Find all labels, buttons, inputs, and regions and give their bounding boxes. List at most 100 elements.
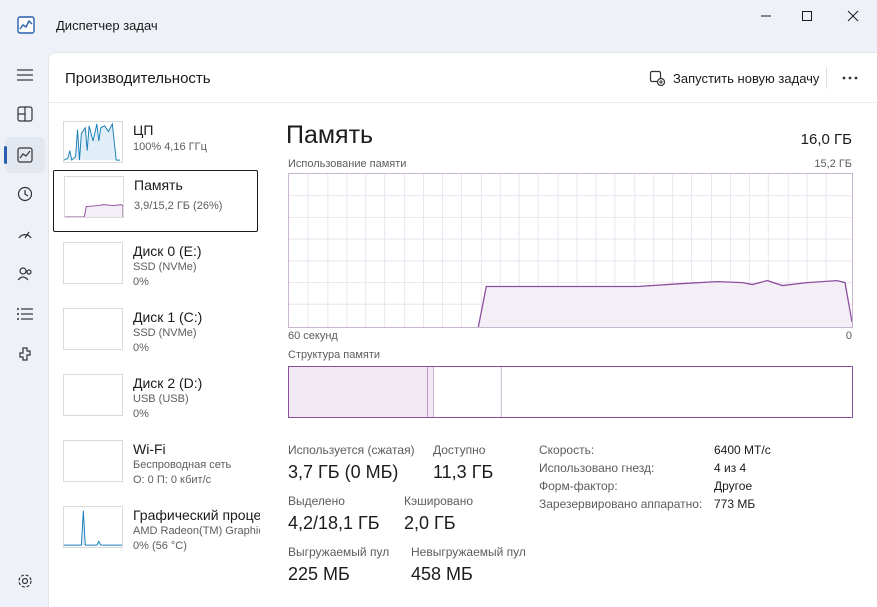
nav-processes[interactable] [5, 96, 45, 132]
perf-item-detail: 3,9/15,2 ГБ (26%) [134, 200, 223, 212]
disk2-thumbnail-graph [63, 374, 123, 416]
perf-item-name: Диск 2 (D:) [133, 375, 203, 391]
nav-services[interactable] [5, 336, 45, 372]
services-icon [19, 347, 31, 361]
hardware-reserved-value: 773 МБ [714, 497, 756, 511]
nav-startup-apps[interactable] [5, 216, 45, 252]
disk1-thumbnail-graph [63, 308, 123, 350]
header-divider [826, 67, 827, 89]
memory-usage-graph [288, 173, 853, 328]
memory-composition-bar [288, 366, 853, 418]
wifi-thumbnail-graph [63, 440, 123, 482]
perf-item-disk2[interactable]: Диск 2 (D:) USB (USB) 0% [53, 369, 258, 431]
minimize-icon [761, 15, 771, 17]
gpu-item-clip: Графический процессор AMD Radeon(TM) Gra… [53, 501, 260, 563]
available-label: Доступно [433, 443, 486, 457]
memory-usage-area [478, 280, 852, 327]
nonpaged-pool-label: Невыгружаемый пул [411, 545, 526, 559]
close-button[interactable] [830, 0, 876, 32]
form-factor-value: Другое [714, 479, 753, 493]
maximize-button[interactable] [784, 0, 830, 32]
memory-total: 16,0 ГБ [800, 131, 852, 148]
more-icon [842, 76, 858, 80]
perf-item-type: AMD Radeon(TM) Graphics [133, 525, 260, 537]
perf-item-disk0[interactable]: Диск 0 (E:) SSD (NVMe) 0% [53, 237, 258, 299]
slots-used-label: Использовано гнезд: [539, 461, 655, 475]
processes-icon [17, 106, 33, 122]
perf-item-type: SSD (NVMe) [133, 261, 197, 273]
perf-item-disk1[interactable]: Диск 1 (C:) SSD (NVMe) 0% [53, 303, 258, 365]
perf-item-name: ЦП [133, 122, 154, 138]
task-manager-icon [17, 16, 35, 34]
perf-item-name: Диск 0 (E:) [133, 243, 202, 259]
maximize-icon [802, 11, 812, 21]
available-value: 11,3 ГБ [433, 462, 494, 482]
perf-item-cpu[interactable]: ЦП 100% 4,16 ГГц [53, 116, 258, 178]
perf-item-usage: 0% [133, 276, 149, 288]
cached-value: 2,0 ГБ [404, 513, 456, 533]
startup-icon [18, 231, 32, 239]
memory-usage-max: 15,2 ГБ [814, 158, 852, 170]
nav-users[interactable] [5, 256, 45, 292]
graph-time-start: 60 секунд [288, 330, 338, 342]
in-use-value: 3,7 ГБ (0 МБ) [288, 462, 399, 482]
more-options-button[interactable] [839, 67, 861, 89]
nav-performance[interactable] [5, 137, 45, 173]
minimize-button[interactable] [743, 0, 789, 32]
title-bar: Диспетчер задач [0, 0, 877, 52]
hardware-reserved-label: Зарезервировано аппаратно: [539, 497, 703, 511]
perf-item-name: Графический процессор [133, 507, 260, 523]
perf-item-memory[interactable]: Память 3,9/15,2 ГБ (26%) [53, 170, 258, 232]
active-nav-indicator [4, 146, 7, 164]
composition-in-use [289, 367, 428, 417]
perf-item-type: Беспроводная сеть [133, 459, 232, 471]
perf-item-gpu[interactable]: Графический процессор AMD Radeon(TM) Gra… [53, 501, 260, 563]
window-title: Диспетчер задач [56, 18, 158, 33]
perf-item-type: SSD (NVMe) [133, 327, 197, 339]
slots-used-value: 4 из 4 [714, 461, 747, 475]
speed-value: 6400 МТ/с [714, 443, 771, 457]
perf-item-detail: 100% 4,16 ГГц [133, 141, 207, 153]
gear-icon [18, 574, 32, 588]
perf-item-throughput: О: 0 П: 0 кбит/с [133, 474, 212, 486]
run-new-task-label: Запустить новую задачу [673, 70, 820, 86]
in-use-label: Используется (сжатая) [288, 443, 415, 457]
details-icon [17, 308, 33, 320]
new-task-icon [649, 70, 665, 86]
run-new-task-button[interactable]: Запустить новую задачу [649, 67, 819, 89]
nav-details[interactable] [5, 296, 45, 332]
composition-modified [427, 367, 434, 417]
users-icon [17, 267, 32, 281]
cpu-thumbnail-graph [63, 121, 123, 163]
cached-label: Кэшировано [404, 494, 474, 508]
perf-item-type: USB (USB) [133, 393, 189, 405]
close-icon [847, 10, 859, 22]
graph-time-end: 0 [845, 330, 852, 342]
committed-value: 4,2/18,1 ГБ [288, 513, 380, 533]
speed-label: Скорость: [539, 443, 595, 457]
perf-item-wifi[interactable]: Wi-Fi Беспроводная сеть О: 0 П: 0 кбит/с [53, 435, 258, 497]
history-icon [17, 186, 33, 202]
memory-usage-label: Использование памяти [288, 158, 407, 170]
perf-item-name: Wi-Fi [133, 441, 166, 457]
paged-pool-value: 225 МБ [288, 564, 350, 584]
nonpaged-pool-value: 458 МБ [411, 564, 473, 584]
memory-composition-label: Структура памяти [288, 349, 381, 361]
hamburger-menu-button[interactable] [5, 57, 45, 93]
perf-item-usage: 0% [133, 408, 149, 420]
nav-app-history[interactable] [5, 176, 45, 212]
page-header: Производительность Запустить новую задач… [49, 53, 877, 103]
perf-item-name: Диск 1 (C:) [133, 309, 203, 325]
perf-item-usage: 0% [133, 342, 149, 354]
committed-label: Выделено [288, 494, 345, 508]
detail-title: Память [286, 121, 374, 149]
paged-pool-label: Выгружаемый пул [288, 545, 390, 559]
perf-item-usage: 0% (56 °C) [133, 540, 187, 552]
perf-item-name: Память [134, 177, 183, 193]
memory-thumbnail-graph [64, 176, 124, 218]
performance-icon [17, 147, 33, 163]
main-panel: Производительность Запустить новую задач… [48, 52, 877, 607]
page-title: Производительность [65, 70, 211, 87]
nav-settings[interactable] [5, 563, 45, 599]
gpu-thumbnail-graph [63, 506, 123, 548]
